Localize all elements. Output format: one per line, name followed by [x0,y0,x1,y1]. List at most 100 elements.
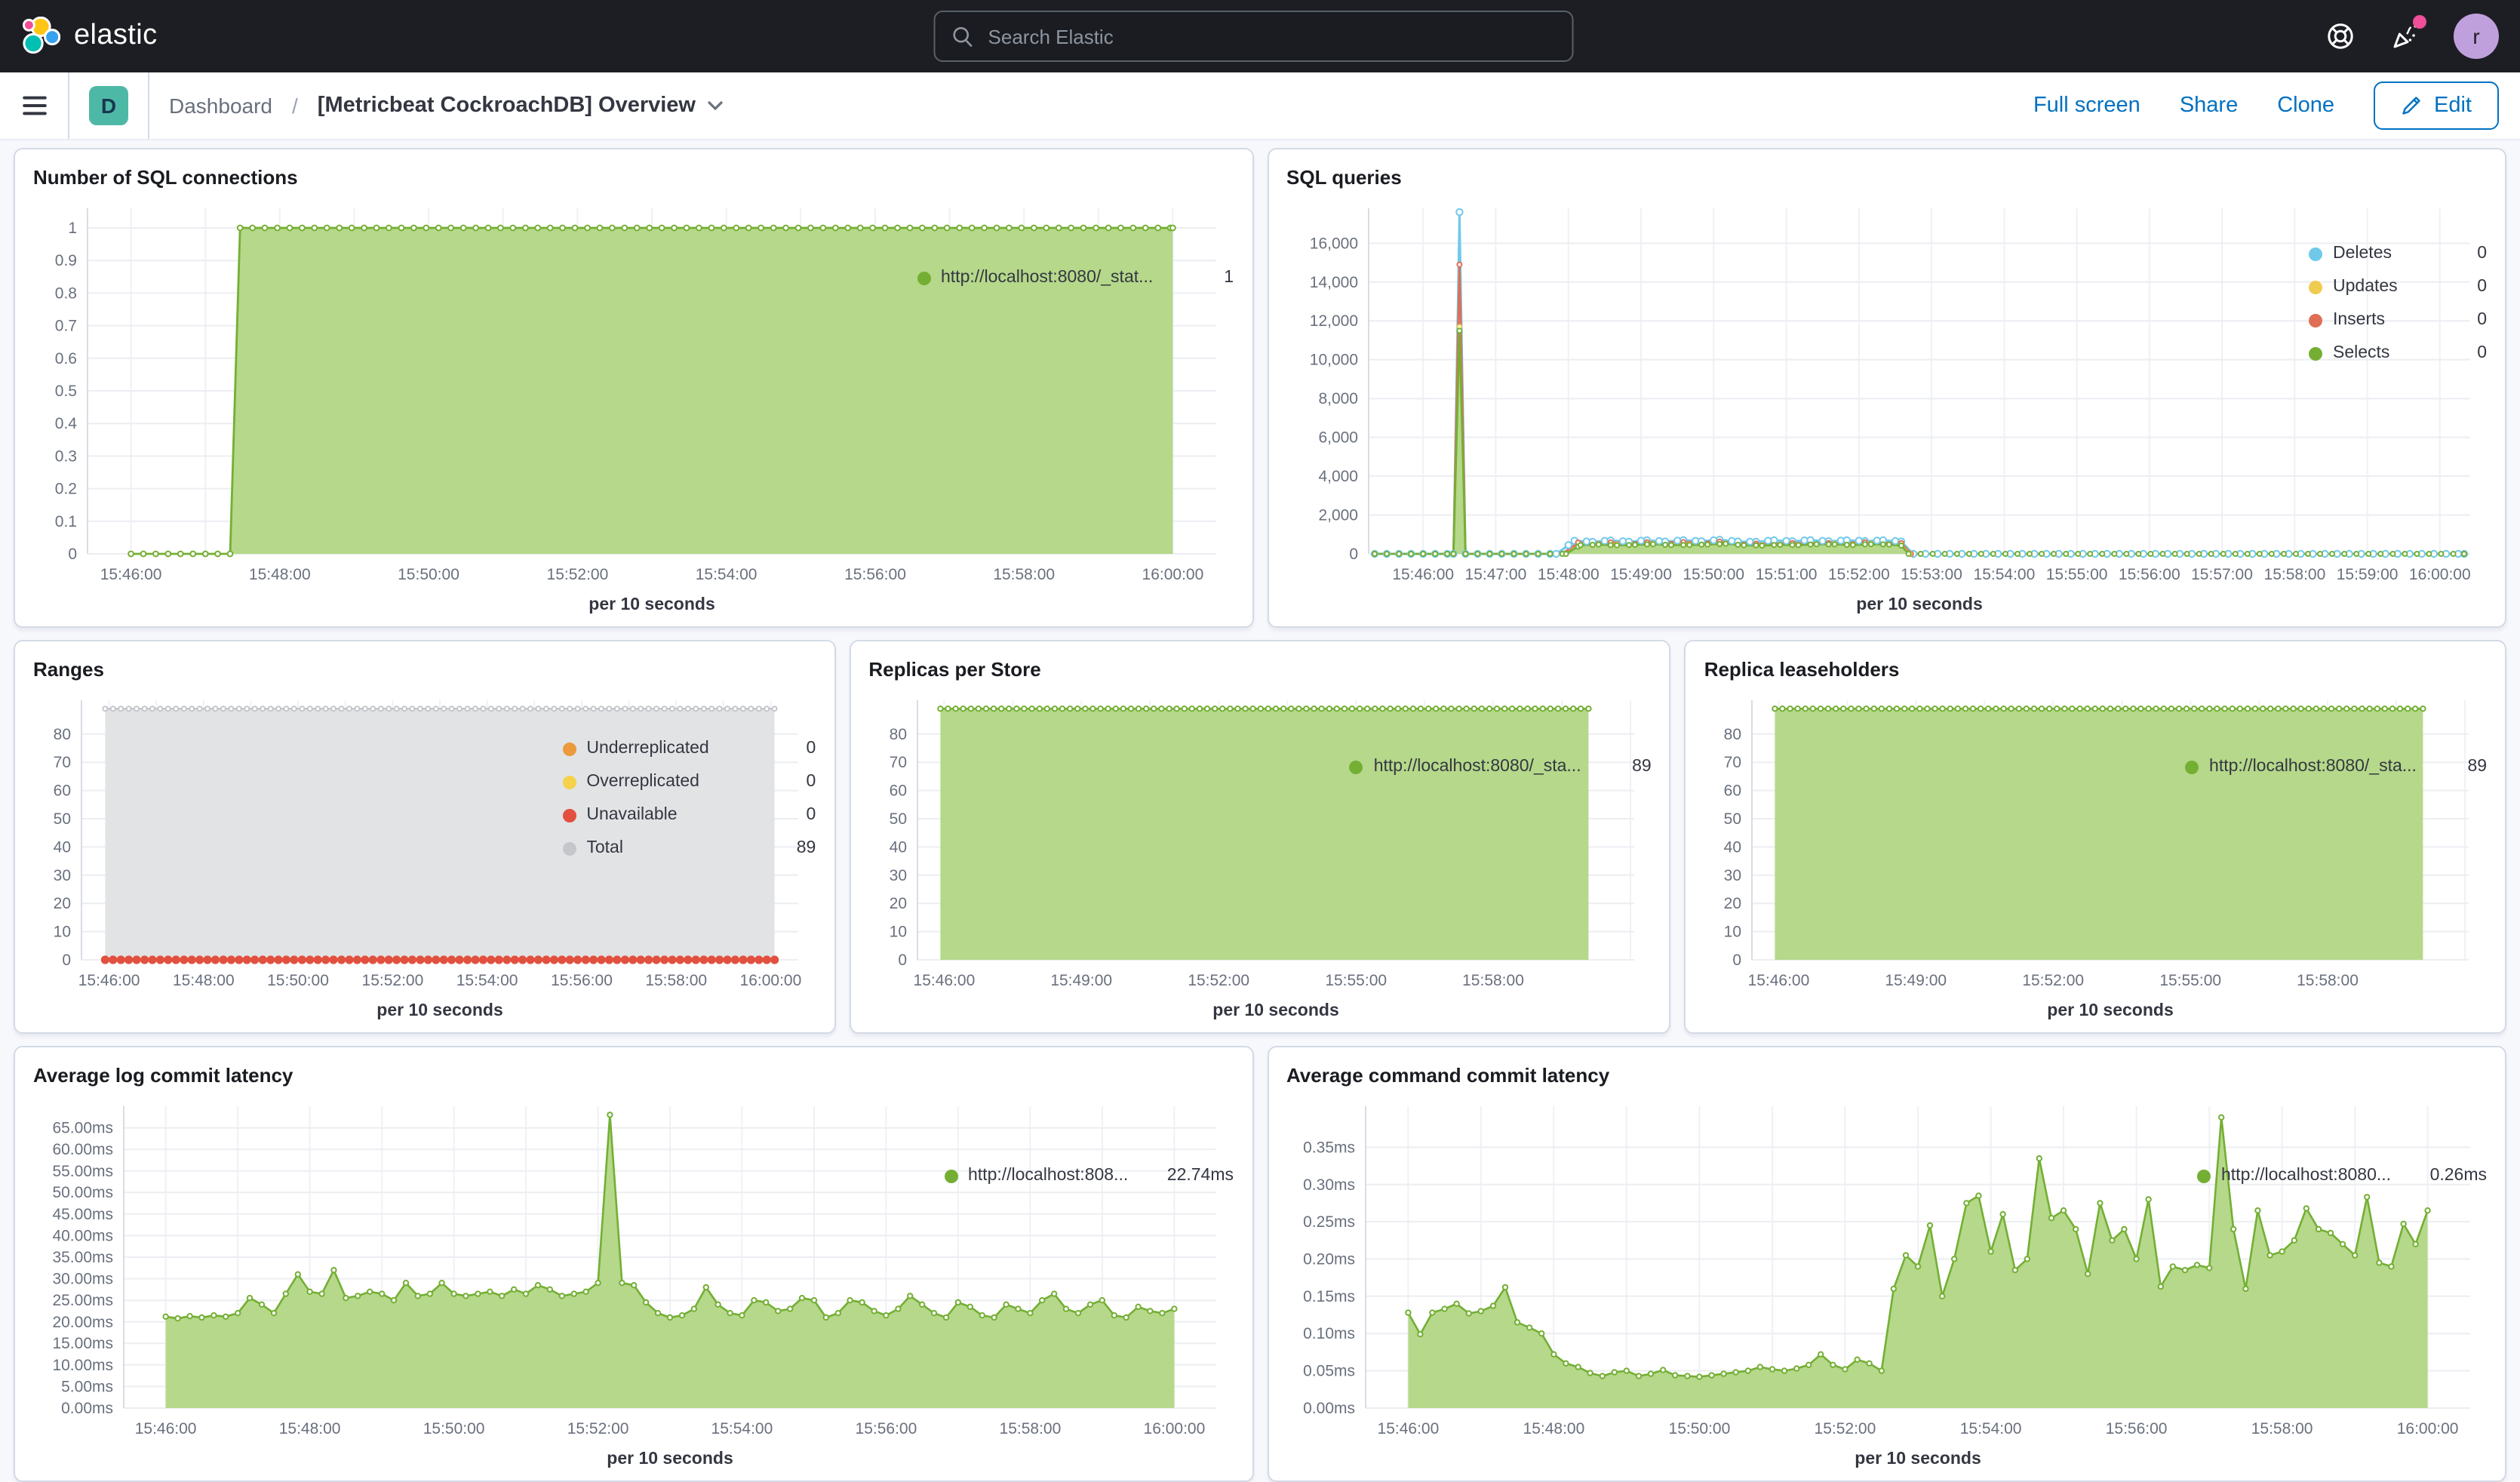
search-placeholder: Search Elastic [988,25,1114,48]
svg-text:15:50:00: 15:50:00 [1682,566,1744,583]
svg-text:15:48:00: 15:48:00 [1537,566,1599,583]
legend-label: Overreplicated [586,773,699,791]
svg-text:65.00ms: 65.00ms [52,1120,113,1137]
svg-text:15:48:00: 15:48:00 [1523,1420,1584,1437]
svg-text:40: 40 [889,838,906,856]
svg-text:10,000: 10,000 [1309,352,1357,369]
svg-text:70: 70 [54,754,71,771]
svg-text:15:56:00: 15:56:00 [2118,566,2180,583]
series-color-dot [944,1169,957,1182]
newsfeed-icon[interactable] [2389,20,2422,53]
svg-text:15:54:00: 15:54:00 [456,972,518,989]
ranges-chart[interactable]: 0102030405060708015:46:0015:48:0015:50:0… [33,685,556,1026]
svg-text:10: 10 [54,924,71,941]
svg-text:0.15ms: 0.15ms [1302,1288,1354,1305]
help-icon[interactable] [2324,20,2357,53]
svg-text:15:52:00: 15:52:00 [1827,566,1889,583]
legend-item[interactable]: Unavailable0 [562,806,816,824]
svg-text:0.8: 0.8 [55,284,77,302]
legend-value: 0 [2465,311,2487,329]
legend-item[interactable]: Inserts 0 [2309,311,2487,329]
series-color-dot [562,841,576,855]
svg-text:40: 40 [54,838,71,856]
svg-text:15:57:00: 15:57:00 [2190,566,2252,583]
svg-text:15:54:00: 15:54:00 [1959,1420,2021,1437]
svg-text:0.4: 0.4 [55,415,78,432]
legend-item[interactable]: Deletes0 [2309,244,2487,263]
breadcrumb-dashboard[interactable]: Dashboard [169,94,272,118]
svg-text:15.00ms: 15.00ms [52,1335,113,1352]
svg-text:15:46:00: 15:46:00 [1377,1420,1439,1437]
dashboard-title-menu[interactable]: [Metricbeat CockroachDB] Overview [318,94,724,118]
legend-item[interactable]: Selects0 [2309,344,2487,362]
svg-text:45.00ms: 45.00ms [52,1206,113,1223]
edit-button[interactable]: Edit [2374,81,2499,130]
svg-text:15:49:00: 15:49:00 [1050,972,1112,989]
clone-button[interactable]: Clone [2277,94,2334,118]
legend-label: Underreplicated [586,739,708,758]
svg-text:0.1: 0.1 [55,513,77,530]
svg-text:per 10 seconds: per 10 seconds [376,1000,502,1019]
svg-text:15:46:00: 15:46:00 [100,566,162,583]
svg-text:20: 20 [1724,895,1741,912]
svg-text:15:53:00: 15:53:00 [1900,566,1962,583]
series-color-dot [2197,1169,2211,1182]
legend-item[interactable]: Overreplicated0 [562,773,816,791]
global-search-input[interactable]: Search Elastic [934,11,1574,62]
panel-title: Average command commit latency [1286,1062,2487,1088]
app-header: elastic Search Elastic [0,0,2520,72]
svg-text:70: 70 [1724,754,1741,771]
legend-value: 0 [794,806,816,824]
legend-item[interactable]: http://localhost:808...22.74ms [944,1167,1234,1185]
svg-text:0.00ms: 0.00ms [61,1400,113,1417]
dashboard-app-badge[interactable]: D [89,86,128,125]
replicas-per-store-chart[interactable]: 0102030405060708015:46:0015:49:0015:52:0… [868,685,1343,1026]
series-color-dot [2309,280,2322,294]
divider [148,72,149,139]
legend-item[interactable]: Total89 [562,839,816,857]
svg-text:0: 0 [1348,546,1357,563]
legend-value: 0 [2465,344,2487,362]
elastic-logo-icon [21,17,60,56]
share-button[interactable]: Share [2180,94,2238,118]
legend-label: Deletes [2333,244,2392,263]
svg-text:0.5: 0.5 [55,383,77,400]
panel-replicas-per-store: Replicas per Store 0102030405060708015:4… [849,640,1670,1034]
svg-text:per 10 seconds: per 10 seconds [607,1448,733,1468]
svg-text:15:46:00: 15:46:00 [1748,972,1810,989]
svg-text:0: 0 [1733,952,1742,969]
svg-text:15:52:00: 15:52:00 [2023,972,2085,989]
legend-item[interactable]: Underreplicated0 [562,739,816,758]
legend-item[interactable]: http://localhost:8080...0.26ms [2197,1167,2487,1185]
legend-item[interactable]: http://localhost:8080/_sta...89 [2185,758,2487,776]
sql-connections-chart[interactable]: 00.10.20.30.40.50.60.70.80.9115:46:0015:… [33,193,911,620]
breadcrumb-separator: / [292,94,298,118]
legend-item[interactable]: Updates0 [2309,278,2487,296]
svg-text:15:49:00: 15:49:00 [1609,566,1671,583]
svg-text:15:50:00: 15:50:00 [1668,1420,1730,1437]
user-avatar[interactable]: r [2454,14,2499,59]
svg-text:15:56:00: 15:56:00 [844,566,906,583]
panel-avg-log-commit-latency: Average log commit latency 0.00ms5.00ms1… [14,1046,1253,1482]
panel-avg-command-commit-latency: Average command commit latency 0.00ms0.0… [1267,1046,2506,1482]
legend-item[interactable]: http://localhost:8080/_sta...89 [1350,758,1652,776]
legend-item[interactable]: http://localhost:8080/_stat...1 [917,269,1234,287]
svg-text:15:54:00: 15:54:00 [696,566,758,583]
svg-text:per 10 seconds: per 10 seconds [1854,1448,1980,1468]
dashboard-grid: Number of SQL connections 00.10.20.30.40… [0,140,2520,1482]
elastic-logo[interactable]: elastic [21,17,158,56]
svg-text:15:48:00: 15:48:00 [173,972,235,989]
panel-title: Number of SQL connections [33,164,1234,190]
sql-queries-chart[interactable]: 02,0004,0006,0008,00010,00012,00014,0001… [1286,193,2303,620]
svg-text:30: 30 [54,867,71,884]
menu-icon[interactable] [21,92,48,119]
svg-text:15:52:00: 15:52:00 [1814,1420,1876,1437]
replica-leaseholders-chart[interactable]: 0102030405060708015:46:0015:49:0015:52:0… [1704,685,2179,1026]
svg-text:20: 20 [54,895,71,912]
legend-label: Inserts [2333,311,2385,329]
svg-text:15:52:00: 15:52:00 [567,1420,629,1437]
replicas-per-store-legend: http://localhost:8080/_sta...89 [1344,685,1652,1026]
svg-text:30.00ms: 30.00ms [52,1271,113,1288]
full-screen-button[interactable]: Full screen [2033,94,2140,118]
legend-value: 0.26ms [2418,1167,2487,1185]
